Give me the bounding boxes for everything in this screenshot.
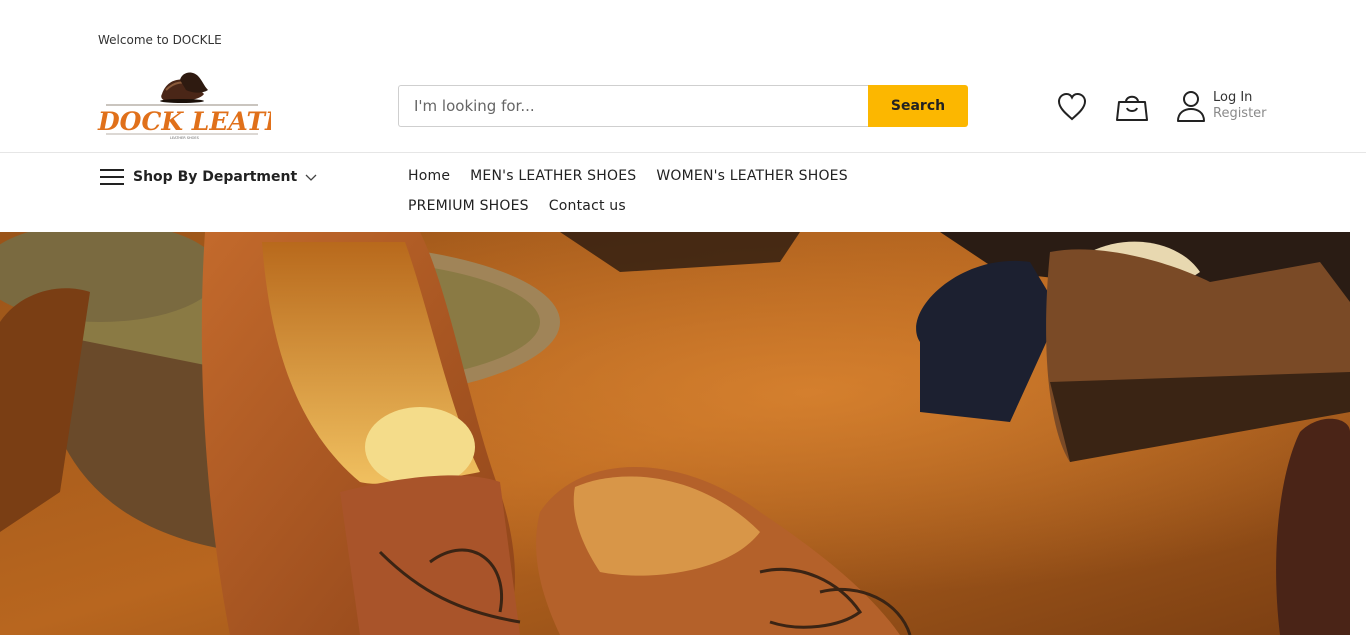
nav-item-home[interactable]: Home <box>398 166 460 186</box>
nav-menu: Home MEN's LEATHER SHOES WOMEN's LEATHER… <box>398 166 918 216</box>
login-link[interactable]: Log In <box>1213 90 1267 106</box>
hamburger-icon <box>100 169 124 185</box>
nav-item-contact-us[interactable]: Contact us <box>539 196 636 216</box>
brand-logo[interactable]: DOCK LEATHER LEATHER SHOES <box>96 68 271 140</box>
department-label: Shop By Department <box>133 169 298 185</box>
nav-item-womens-leather-shoes[interactable]: WOMEN's LEATHER SHOES <box>646 166 857 186</box>
nav-item-mens-leather-shoes[interactable]: MEN's LEATHER SHOES <box>460 166 646 186</box>
page-edge <box>1350 232 1366 635</box>
main-navigation: Shop By Department Home MEN's LEATHER SH… <box>0 152 1366 232</box>
nav-item-premium-shoes[interactable]: PREMIUM SHOES <box>398 196 539 216</box>
welcome-text: Welcome to DOCKLE <box>98 33 222 47</box>
heart-icon[interactable] <box>1055 90 1089 124</box>
search-bar: Search <box>398 85 968 127</box>
user-icon <box>1175 88 1207 124</box>
logo-wordmark: DOCK LEATHER <box>97 107 271 136</box>
account-link[interactable]: Log In Register <box>1175 88 1267 124</box>
shop-by-department-menu[interactable]: Shop By Department <box>100 167 317 187</box>
register-link[interactable]: Register <box>1213 106 1267 122</box>
hero-banner-image[interactable] <box>0 232 1350 635</box>
search-input[interactable] <box>398 85 868 127</box>
shopping-bag-icon[interactable] <box>1114 89 1150 125</box>
shoe-logo-icon <box>160 72 208 103</box>
logo-tagline: LEATHER SHOES <box>170 136 200 140</box>
chevron-down-icon <box>305 174 317 181</box>
search-button[interactable]: Search <box>868 85 968 127</box>
